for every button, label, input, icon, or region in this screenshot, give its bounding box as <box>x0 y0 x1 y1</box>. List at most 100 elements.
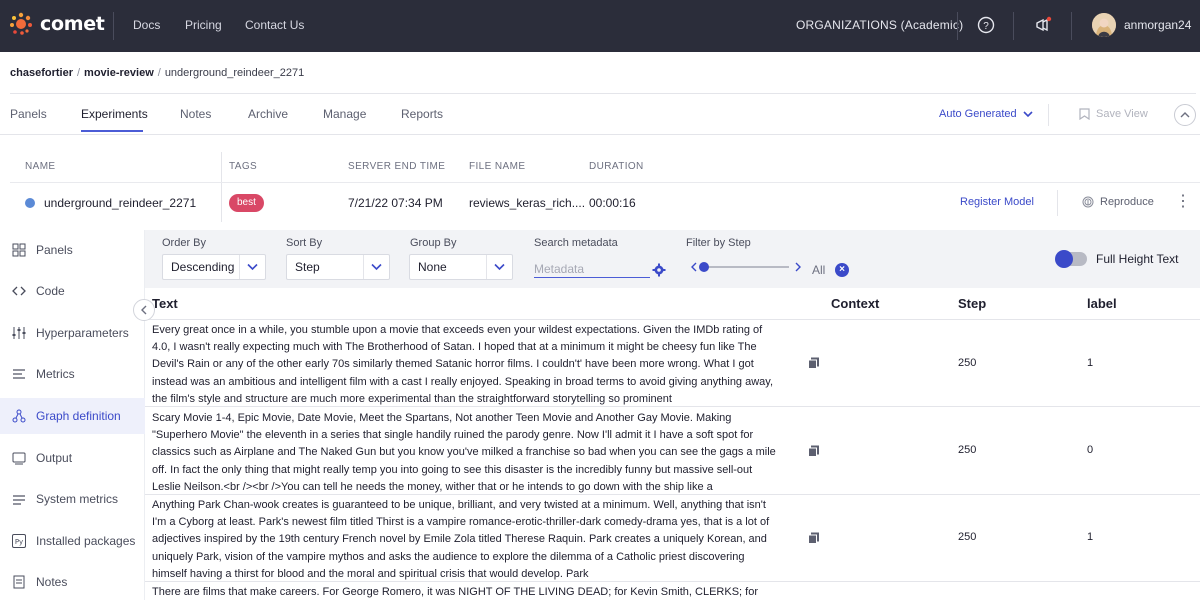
username[interactable]: anmorgan24 <box>1124 18 1191 32</box>
sidebar-item-label: Graph definition <box>36 409 121 423</box>
sidebar-item-label: Installed packages <box>36 534 136 548</box>
sidebar-item-hyperparameters[interactable]: Hyperparameters <box>0 315 145 351</box>
sidebar-item-label: Hyperparameters <box>36 326 129 340</box>
user-avatar[interactable] <box>1092 13 1116 37</box>
tab-panels[interactable]: Panels <box>10 107 47 121</box>
chevron-left-icon[interactable] <box>691 262 697 272</box>
copy-icon[interactable] <box>808 357 820 369</box>
chevron-right-icon[interactable] <box>795 262 801 272</box>
terminal-icon <box>12 452 26 465</box>
search-metadata-input[interactable] <box>534 260 650 278</box>
column-header-server-end-time[interactable]: SERVER END TIME <box>348 161 445 172</box>
chevron-down-icon <box>486 255 512 279</box>
clear-filter-icon[interactable]: × <box>835 263 849 277</box>
sidebar-item-label: Output <box>36 451 73 465</box>
copy-icon[interactable] <box>808 445 820 457</box>
system-icon <box>13 495 25 505</box>
grid-icon <box>12 243 26 257</box>
column-header-label: label <box>1087 296 1117 311</box>
save-view-button[interactable]: Save View <box>1079 108 1148 120</box>
column-header-file-name[interactable]: FILE NAME <box>469 161 525 172</box>
nav-pricing[interactable]: Pricing <box>185 18 222 32</box>
tab-reports[interactable]: Reports <box>401 107 443 121</box>
tab-notes[interactable]: Notes <box>180 107 211 121</box>
gear-icon[interactable] <box>652 263 666 277</box>
divider <box>957 12 958 40</box>
breadcrumb-project[interactable]: movie-review <box>84 67 154 79</box>
sidebar-item-installed-packages[interactable]: Py Installed packages <box>0 523 145 559</box>
sidebar-item-panels[interactable]: Panels <box>0 232 145 268</box>
divider <box>10 182 1200 183</box>
breadcrumb-experiment: underground_reindeer_2271 <box>164 67 305 79</box>
experiment-name[interactable]: underground_reindeer_2271 <box>44 196 196 210</box>
collapse-sidebar-button[interactable] <box>133 299 155 321</box>
comet-logo-icon <box>10 12 32 35</box>
copy-icon[interactable] <box>808 532 820 544</box>
note-icon <box>13 575 25 589</box>
nav-docs[interactable]: Docs <box>133 18 160 32</box>
chevron-down-icon <box>239 255 265 279</box>
more-options-icon[interactable]: ⋮ <box>1175 194 1191 210</box>
breadcrumb: chasefortier / movie-review / underground_re… <box>10 67 304 79</box>
slider-track[interactable] <box>699 262 789 272</box>
breadcrumb-separator: / <box>76 67 81 79</box>
active-tab-indicator <box>81 130 143 132</box>
collapse-header-button[interactable] <box>1174 104 1196 126</box>
full-height-label: Full Height Text <box>1096 252 1179 266</box>
file-name[interactable]: reviews_keras_rich.... <box>469 196 585 210</box>
group-by-select[interactable]: None <box>409 254 513 280</box>
column-header-duration[interactable]: DURATION <box>589 161 644 172</box>
text-cell: Every great once in a while, you stumble… <box>152 324 774 405</box>
tab-manage[interactable]: Manage <box>323 107 366 121</box>
text-cell: Scary Movie 1-4, Epic Movie, Date Movie,… <box>152 412 776 493</box>
sort-by-value: Step <box>295 260 320 274</box>
step-cell: 250 <box>958 357 977 369</box>
sidebar-item-label: Metrics <box>36 367 75 381</box>
chevron-up-icon <box>1180 112 1190 118</box>
comet-logo[interactable]: comet <box>8 11 105 37</box>
sidebar-item-label: System metrics <box>36 492 119 506</box>
sidebar-item-code[interactable]: Code <box>0 273 145 309</box>
full-height-toggle[interactable] <box>1055 250 1087 268</box>
sidebar-item-label: Code <box>36 284 65 298</box>
order-by-select[interactable]: Descending <box>162 254 266 280</box>
text-cell: There are films that make careers. For G… <box>152 586 758 598</box>
sidebar-item-notes[interactable]: Notes <box>0 564 145 600</box>
code-icon <box>12 286 26 296</box>
sort-by-select[interactable]: Step <box>286 254 390 280</box>
column-header-tags[interactable]: TAGS <box>229 161 257 172</box>
column-header-name[interactable]: NAME <box>25 161 56 172</box>
reproduce-button[interactable]: Reproduce <box>1082 196 1154 208</box>
register-model-button[interactable]: Register Model <box>960 196 1034 208</box>
help-icon[interactable]: ? <box>977 16 995 34</box>
view-selector-label: Auto Generated <box>939 108 1017 120</box>
sidebar-item-graph-definition[interactable]: Graph definition <box>0 398 145 434</box>
group-by-value: None <box>418 260 447 274</box>
slider-thumb[interactable] <box>699 262 709 272</box>
divider <box>0 134 1200 135</box>
sidebar-item-output[interactable]: Output <box>0 440 145 476</box>
tab-archive[interactable]: Archive <box>248 107 288 121</box>
tag-badge[interactable]: best <box>229 194 264 212</box>
organization-switcher[interactable]: ORGANIZATIONS (Academic) <box>796 18 963 32</box>
python-icon: Py <box>12 534 26 548</box>
divider <box>1048 104 1049 126</box>
svg-text:?: ? <box>983 21 989 32</box>
nav-contact-us[interactable]: Contact Us <box>245 18 304 32</box>
divider <box>145 406 1200 407</box>
breadcrumb-workspace[interactable]: chasefortier <box>10 67 73 79</box>
step-slider[interactable] <box>691 262 801 272</box>
step-cell: 250 <box>958 444 977 456</box>
experiment-sidebar: Panels Code Hyperparameters Metrics Grap… <box>0 230 145 600</box>
column-header-text: Text <box>152 296 178 311</box>
top-navbar: comet Docs Pricing Contact Us ORGANIZATI… <box>0 0 1200 52</box>
announcement-icon[interactable] <box>1034 16 1052 34</box>
search-metadata-label: Search metadata <box>534 237 618 249</box>
sidebar-item-system-metrics[interactable]: System metrics <box>0 481 145 517</box>
toggle-knob <box>1055 250 1073 268</box>
tab-experiments[interactable]: Experiments <box>81 107 148 121</box>
view-selector[interactable]: Auto Generated <box>939 108 1033 120</box>
list-icon <box>13 369 25 379</box>
sidebar-item-metrics[interactable]: Metrics <box>0 356 145 392</box>
divider <box>10 93 1196 94</box>
